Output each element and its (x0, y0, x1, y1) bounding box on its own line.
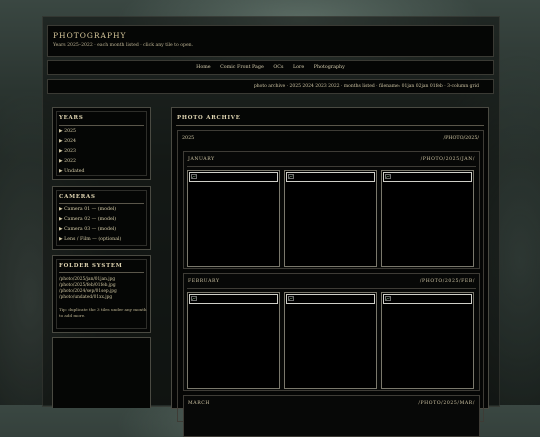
month-path: /PHOTO/2025/MAR/ (418, 401, 475, 406)
folder-paths: /photo/2025/jan/01jan.jpg /photo/2025/fe… (59, 277, 117, 301)
year-link-undated[interactable]: ▶ Undated (59, 167, 85, 177)
camera-link-02[interactable]: ▶ Camera 02 — (model) (59, 215, 121, 225)
month-divider (187, 166, 476, 167)
site-title: PHOTOGRAPHY (53, 31, 127, 40)
month-divider (187, 288, 476, 289)
month-march: MARCH /PHOTO/2025/MAR/ (183, 395, 480, 437)
month-name: MARCH (188, 401, 211, 406)
year-section: 2025 /PHOTO/2025/ JANUARY /PHOTO/2025/JA… (177, 130, 484, 437)
year-link-2022[interactable]: ▶ 2022 (59, 157, 85, 167)
year-label: 2025 (182, 136, 195, 141)
photo-tile[interactable] (381, 170, 474, 267)
month-path: /PHOTO/2025/JAN/ (420, 157, 475, 162)
year-link-2025[interactable]: ▶ 2025 (59, 127, 85, 137)
site-header: PHOTOGRAPHY Years 2025–2022 · each month… (47, 25, 494, 57)
broken-image-icon (286, 172, 375, 182)
breadcrumb: photo archive · 2025 2024 2023 2022 · mo… (253, 84, 479, 89)
breadcrumb-bar: photo archive · 2025 2024 2023 2022 · mo… (47, 79, 494, 94)
month-january: JANUARY /PHOTO/2025/JAN/ (183, 151, 480, 269)
month-february: FEBRUARY /PHOTO/2025/FEB/ (183, 273, 480, 391)
sidebar-bottom-panel (52, 337, 151, 408)
years-heading: YEARS (59, 115, 84, 121)
folder-tip: Tip: duplicate the 3 tiles under any mon… (59, 307, 147, 318)
lens-film-link[interactable]: ▶ Lens / Film — (optional) (59, 235, 121, 245)
photo-tile[interactable] (187, 170, 280, 267)
cameras-divider (59, 203, 144, 204)
archive-divider (176, 125, 484, 126)
nav-home[interactable]: Home (196, 65, 210, 70)
broken-image-icon (383, 294, 472, 304)
photo-tile[interactable] (284, 292, 377, 389)
years-panel: YEARS ▶ 2025 ▶ 2024 ▶ 2023 ▶ 2022 ▶ Unda… (52, 107, 151, 180)
years-list: ▶ 2025 ▶ 2024 ▶ 2023 ▶ 2022 ▶ Undated (59, 127, 85, 177)
year-link-2023[interactable]: ▶ 2023 (59, 147, 85, 157)
broken-image-icon (189, 294, 278, 304)
folder-panel: FOLDER SYSTEM /photo/2025/jan/01jan.jpg … (52, 255, 151, 333)
year-link-2024[interactable]: ▶ 2024 (59, 137, 85, 147)
month-path: /PHOTO/2025/FEB/ (419, 279, 475, 284)
folder-divider (59, 272, 144, 273)
cameras-list: ▶ Camera 01 — (model) ▶ Camera 02 — (mod… (59, 205, 121, 245)
photo-tile[interactable] (284, 170, 377, 267)
year-path: /PHOTO/2025/ (443, 136, 479, 141)
month-name: FEBRUARY (188, 279, 220, 284)
years-divider (59, 125, 144, 126)
cameras-panel: CAMERAS ▶ Camera 01 — (model) ▶ Camera 0… (52, 186, 151, 250)
camera-link-01[interactable]: ▶ Camera 01 — (model) (59, 205, 121, 215)
photo-archive-panel: PHOTO ARCHIVE 2025 /PHOTO/2025/ JANUARY … (171, 107, 489, 437)
broken-image-icon (383, 172, 472, 182)
folder-path: /photo/undated/01xx.jpg (59, 295, 113, 300)
folder-heading: FOLDER SYSTEM (59, 263, 123, 269)
site-tagline: Years 2025–2022 · each month listed · cl… (53, 43, 194, 48)
cameras-heading: CAMERAS (59, 194, 96, 200)
nav-ocs[interactable]: OCs (273, 65, 283, 70)
nav-photography[interactable]: Photography (314, 65, 345, 70)
month-name: JANUARY (188, 157, 215, 162)
broken-image-icon (189, 172, 278, 182)
photo-archive-title: PHOTO ARCHIVE (177, 115, 241, 121)
photo-tile[interactable] (187, 292, 280, 389)
top-nav: Home Comic Front Page OCs Lore Photograp… (47, 60, 494, 75)
broken-image-icon (286, 294, 375, 304)
photo-tile[interactable] (381, 292, 474, 389)
camera-link-03[interactable]: ▶ Camera 03 — (model) (59, 225, 121, 235)
nav-comic-front-page[interactable]: Comic Front Page (220, 65, 264, 70)
nav-lore[interactable]: Lore (293, 65, 304, 70)
